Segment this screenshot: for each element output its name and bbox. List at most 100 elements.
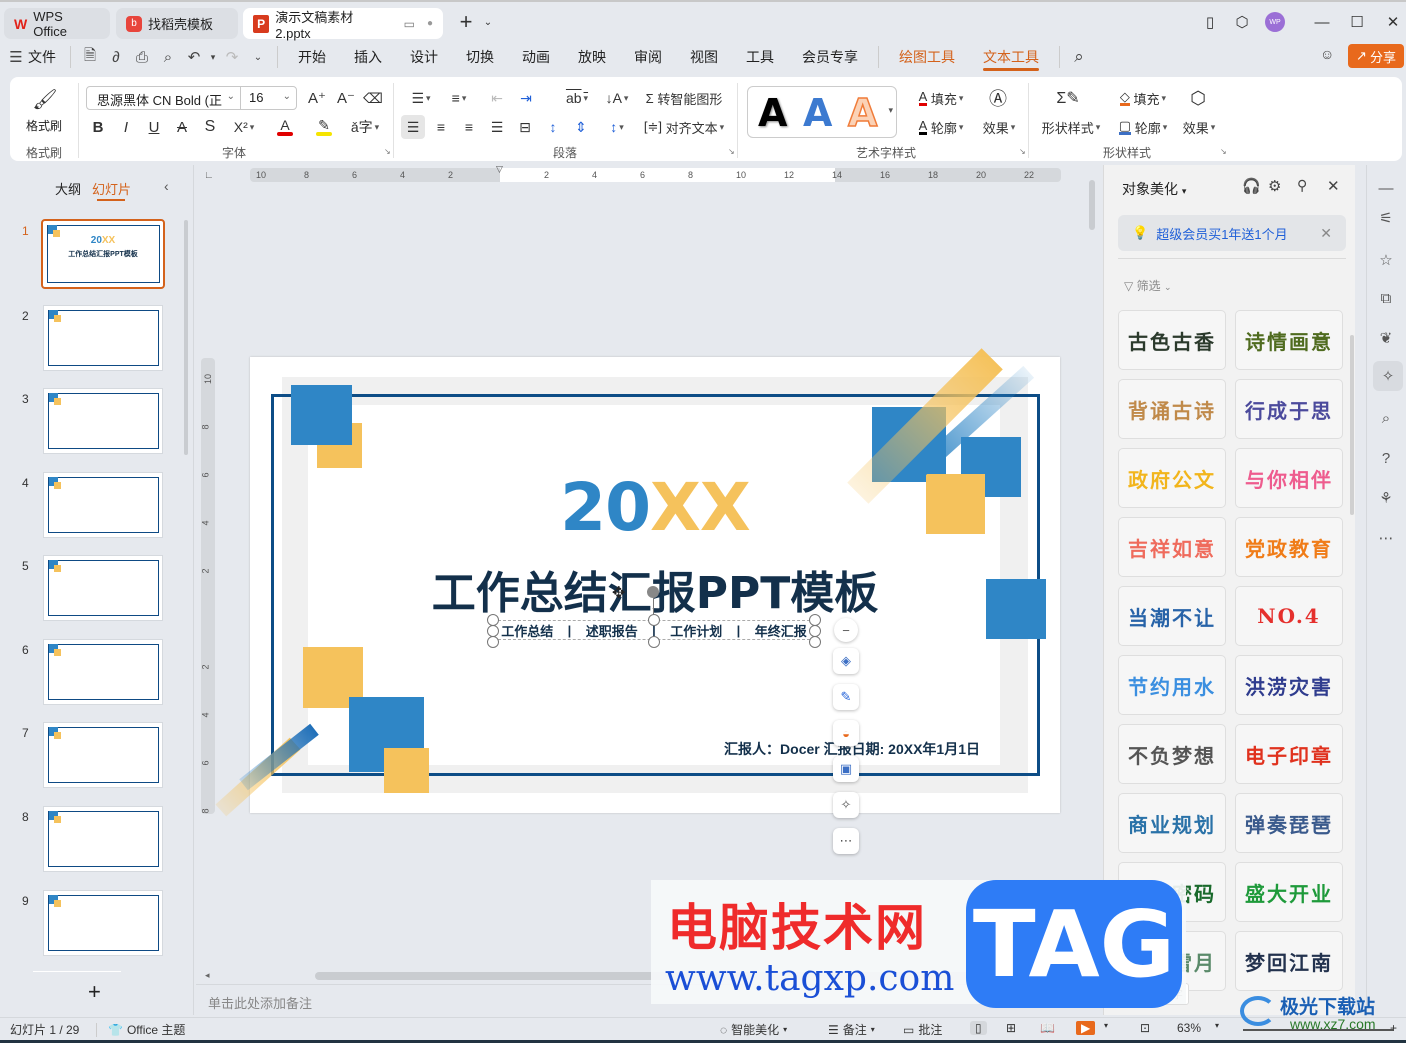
undo-icon[interactable]: ↶: [181, 40, 207, 74]
shape-dialog-launcher-icon[interactable]: ↘: [1220, 147, 1227, 156]
slide-year[interactable]: 20XX: [250, 469, 1060, 546]
wordart-style-card[interactable]: 当潮不让: [1118, 586, 1226, 646]
scroll-left-icon[interactable]: ◂: [205, 970, 210, 981]
menu-drawing-tools[interactable]: 绘图工具: [885, 40, 969, 74]
wordart-style-card[interactable]: 电子印章: [1235, 724, 1343, 784]
panel-scrollbar[interactable]: [184, 220, 188, 455]
slide-thumbnail[interactable]: [43, 722, 163, 788]
menu-text-tools[interactable]: 文本工具: [969, 40, 1053, 74]
italic-icon[interactable]: I: [116, 115, 136, 139]
decrease-indent-icon[interactable]: ⇤: [486, 86, 508, 110]
shape-style-icon[interactable]: Σ✎: [1056, 86, 1080, 110]
grid-view-icon[interactable]: ⊞: [1006, 1021, 1016, 1035]
normal-view-icon[interactable]: ▯: [970, 1021, 987, 1035]
strikethrough-icon[interactable]: A: [172, 115, 192, 139]
wordart-style-card[interactable]: 诗情画意: [1235, 310, 1343, 370]
comments-button[interactable]: ▭ 批注: [903, 1021, 942, 1038]
wordart-style-card[interactable]: 节约用水: [1118, 655, 1226, 715]
wordart-style-card[interactable]: 政府公文: [1118, 448, 1226, 508]
resize-handle[interactable]: [809, 636, 821, 648]
tab-wps-office[interactable]: W WPS Office: [4, 8, 110, 39]
slide-canvas[interactable]: 20XX 工作总结汇报PPT模板 工作总结 | 述职报告 | 工作计划 | 年终…: [215, 348, 1060, 817]
tab-stop-icon[interactable]: ∟: [204, 170, 214, 181]
text-direction-icon[interactable]: ab ▾: [560, 86, 594, 110]
shape-style-button[interactable]: 形状样式 ▾: [1040, 115, 1102, 139]
reading-view-icon[interactable]: 📖: [1040, 1021, 1055, 1035]
menu-start[interactable]: 开始: [284, 40, 340, 74]
close-button[interactable]: ✕: [1381, 10, 1405, 34]
font-dialog-launcher-icon[interactable]: ↘: [384, 147, 391, 156]
slide-thumbnail[interactable]: [43, 388, 163, 454]
smart-beautify-button[interactable]: ◌ 智能美化 ▾: [720, 1021, 787, 1038]
shape-effect-button[interactable]: 效果 ▾: [1178, 115, 1220, 139]
clear-format-icon[interactable]: ⌫: [362, 86, 384, 110]
zoom-level[interactable]: 63%: [1177, 1021, 1201, 1035]
smart-shape-button[interactable]: Σ 转智能图形: [642, 86, 726, 110]
brush-icon[interactable]: ✎: [833, 684, 859, 710]
shape-fill-button[interactable]: ◇ 填充 ▾: [1112, 86, 1174, 110]
wordart-style-blue[interactable]: A: [803, 91, 832, 135]
phonetic-icon[interactable]: ǎ字 ▾: [348, 115, 382, 139]
wordart-style-card[interactable]: 弹奏琵琶: [1235, 793, 1343, 853]
cube-icon[interactable]: ⬡: [1230, 10, 1254, 34]
slide-thumbnail[interactable]: [43, 555, 163, 621]
redo-icon[interactable]: ↷: [219, 40, 245, 74]
text-fill-button[interactable]: A 填充 ▾: [910, 86, 972, 110]
layers-icon[interactable]: ◈: [833, 648, 859, 674]
superscript-icon[interactable]: X² ▾: [228, 115, 260, 139]
wordart-style-card[interactable]: 党政教育: [1235, 517, 1343, 577]
fill-bucket-icon[interactable]: ◒: [833, 720, 859, 746]
wordart-style-card[interactable]: 与你相伴: [1235, 448, 1343, 508]
menu-tools[interactable]: 工具: [732, 40, 788, 74]
slide-thumbnail[interactable]: 20XX 工作总结汇报PPT模板: [41, 219, 165, 289]
increase-indent-icon[interactable]: ⇥: [515, 86, 537, 110]
slide-thumbnail[interactable]: [43, 472, 163, 538]
promo-banner[interactable]: 💡 超级会员买1年送1个月 ✕: [1118, 215, 1346, 251]
menu-slideshow[interactable]: 放映: [564, 40, 620, 74]
highlight-icon[interactable]: ✎: [308, 115, 340, 139]
wordart-style-card[interactable]: 商业规划: [1118, 793, 1226, 853]
outline-box-icon[interactable]: ▣: [833, 756, 859, 782]
monitor-icon[interactable]: ▭: [404, 17, 415, 31]
align-text-button[interactable]: [≑] 对齐文本 ▾: [642, 115, 726, 139]
undo-dropdown-icon[interactable]: ▾: [207, 40, 219, 74]
justify-icon[interactable]: ☰: [486, 115, 508, 139]
tab-list-chevron-icon[interactable]: ⌄: [476, 10, 500, 34]
star-icon[interactable]: ☆: [1371, 245, 1401, 275]
more-icon[interactable]: ⋯: [1371, 523, 1401, 553]
beautify-wand-icon[interactable]: ✧: [1373, 361, 1403, 391]
close-panel-icon[interactable]: ✕: [1327, 177, 1340, 195]
paragraph-dialog-launcher-icon[interactable]: ↘: [728, 147, 735, 156]
panel-title[interactable]: 对象美化 ▾: [1122, 179, 1186, 199]
link-icon[interactable]: ∂: [103, 40, 129, 74]
print-preview-icon[interactable]: ⌕: [155, 40, 181, 74]
menu-animation[interactable]: 动画: [508, 40, 564, 74]
text-effect-button[interactable]: 效果 ▾: [978, 115, 1020, 139]
add-slide-button[interactable]: +: [88, 979, 101, 1005]
format-painter-icon[interactable]: 🖌: [30, 87, 60, 111]
slide-thumbnail[interactable]: [43, 639, 163, 705]
tab-outline[interactable]: 大纲: [55, 179, 81, 198]
wordart-style-black[interactable]: A: [758, 91, 787, 135]
more-options-icon[interactable]: ⋯: [833, 828, 859, 854]
menu-review[interactable]: 审阅: [620, 40, 676, 74]
menu-transition[interactable]: 切换: [452, 40, 508, 74]
align-center-icon[interactable]: ≡: [430, 115, 452, 139]
underline-icon[interactable]: U: [144, 115, 164, 139]
print-icon[interactable]: ⎙: [129, 40, 155, 74]
theme-button[interactable]: 👕 Office 主题: [108, 1021, 185, 1038]
wordart-style-card[interactable]: 盛大开业: [1235, 862, 1343, 922]
horizontal-ruler[interactable]: 10 8 6 4 2 2 4 6 8 10 12 14 16 18 20 22 ▽: [250, 164, 1061, 182]
template-icon[interactable]: ❦: [1371, 323, 1401, 353]
rotate-handle-icon[interactable]: [647, 586, 659, 598]
decrease-font-icon[interactable]: A⁻: [335, 86, 357, 110]
tab-docer[interactable]: b 找稻壳模板: [116, 8, 238, 39]
wordart-style-card[interactable]: 吉祥如意: [1118, 517, 1226, 577]
tab-slides[interactable]: 幻灯片: [92, 179, 131, 198]
zoom-dropdown-icon[interactable]: ▾: [1215, 1021, 1219, 1030]
shape-outline-button[interactable]: ▢ 轮廓 ▾: [1112, 115, 1174, 139]
shape-effect-icon[interactable]: ⬡: [1186, 86, 1210, 110]
help-icon[interactable]: ?: [1371, 443, 1401, 473]
menu-view[interactable]: 视图: [676, 40, 732, 74]
close-promo-icon[interactable]: ✕: [1320, 225, 1332, 242]
